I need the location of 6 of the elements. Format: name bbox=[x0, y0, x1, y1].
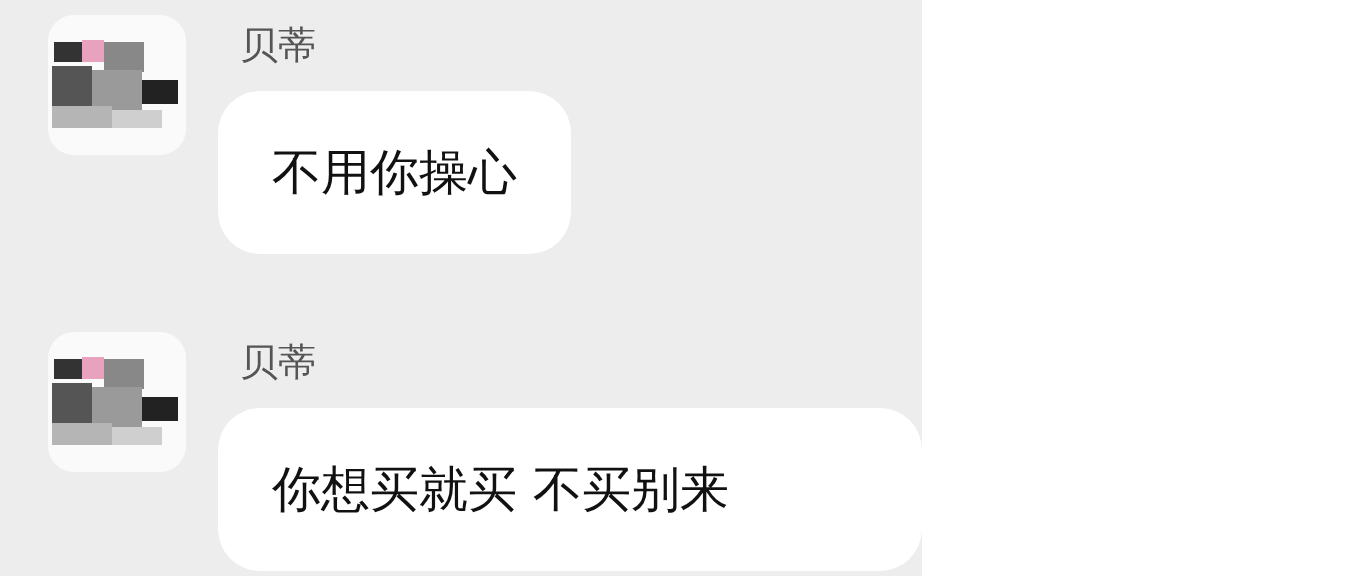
message-bubble: 你想买就买 不买别来 bbox=[218, 408, 922, 571]
sender-name: 贝蒂 bbox=[240, 23, 316, 67]
sender-name: 贝蒂 bbox=[240, 340, 316, 384]
avatar[interactable] bbox=[48, 15, 186, 155]
message-bubble: 不用你操心 bbox=[218, 91, 571, 254]
avatar[interactable] bbox=[48, 332, 186, 472]
